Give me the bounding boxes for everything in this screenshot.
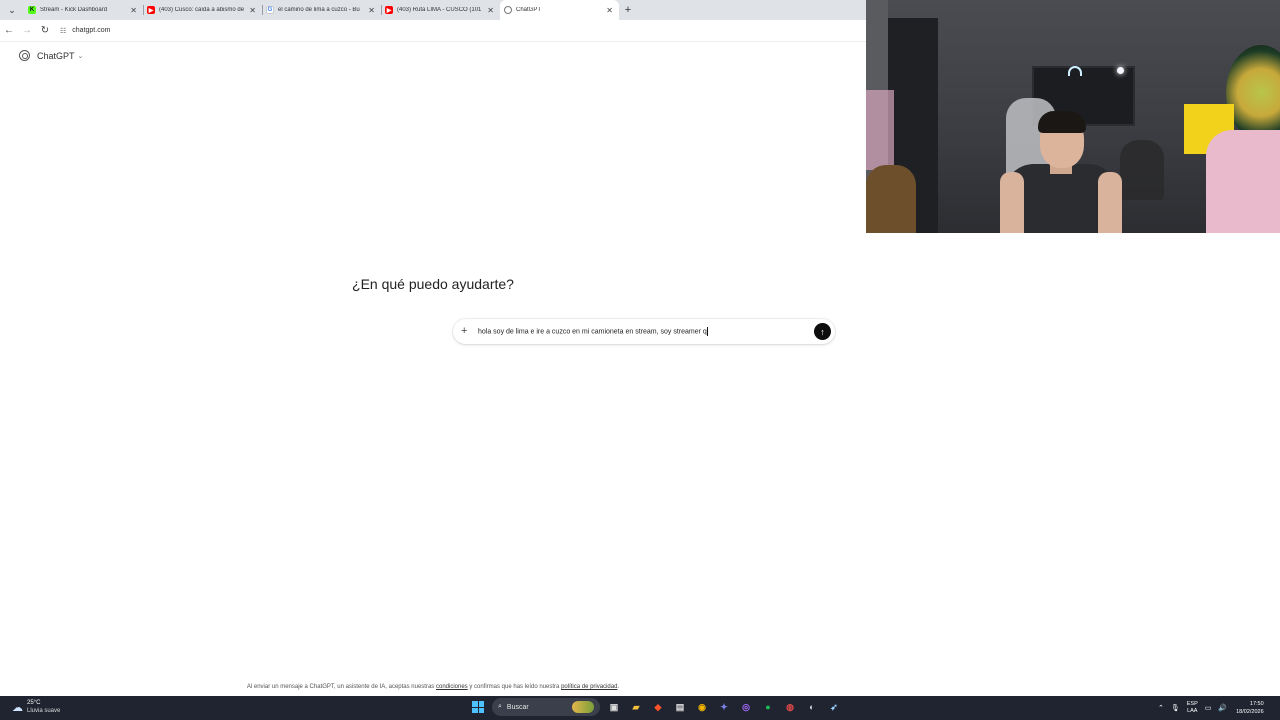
chatgpt-page: ChatGPT ⌄ ¿En qué puedo ayudarte? + hola… [0,42,866,696]
tab-kick-dashboard[interactable]: K Stream - Kick Dashboard ✕ [24,0,143,20]
tab-google-search[interactable]: G el camino de lima a cuzco - Bu ✕ [262,0,381,20]
search-highlight-icon [572,701,594,713]
google-icon: G [266,6,274,14]
youtube-icon: ▶ [385,6,393,14]
arrow-up-icon: ↑ [820,326,825,337]
brave-icon[interactable]: ◆ [650,699,666,715]
screen: ⌄ K Stream - Kick Dashboard ✕ ▶ (403) Cu… [0,0,1280,720]
terms-link[interactable]: condiciones [436,684,468,690]
tab-title: (403) Ruta LIMA - CUSCO (101 [397,7,482,13]
chatgpt-logo-icon [19,50,30,61]
chrome-icon[interactable]: ◉ [694,699,710,715]
chevron-down-icon: ⌄ [77,52,84,60]
tab-title: Stream - Kick Dashboard [40,7,108,13]
spotify-icon[interactable]: ● [760,699,776,715]
tab-youtube-cusco[interactable]: ▶ (403) Cusco: caída a abismo de ✕ [143,0,262,20]
brand-label: ChatGPT [37,50,75,61]
rain-cloud-icon: ☁ [12,701,23,714]
address-bar-row: ← → ↻ ☷ chatgpt.com [0,20,866,42]
language-indicator[interactable]: ESP LAA [1187,701,1198,715]
close-icon[interactable]: ✕ [487,6,494,15]
cam-ring-light [1068,66,1082,76]
steam-icon[interactable]: ◐ [804,699,820,715]
cam-lamp [1117,67,1124,74]
search-placeholder: Buscar [506,703,529,711]
attach-plus-icon[interactable]: + [461,326,471,337]
message-input-text: hola soy de lima e ire a cuzco en mi cam… [478,328,707,336]
disclaimer-end: . [617,684,620,690]
close-icon[interactable]: ✕ [368,6,375,15]
weather-widget[interactable]: ☁ 25°C Lluvia suave [12,699,60,715]
close-icon[interactable]: ✕ [249,6,256,15]
webcam-overlay [866,0,1280,233]
feather-app-icon[interactable]: ➶ [826,699,842,715]
obs-icon[interactable]: ◍ [782,699,798,715]
cam-streamer-arm [1000,172,1024,233]
browser-tab-bar: ⌄ K Stream - Kick Dashboard ✕ ▶ (403) Cu… [0,0,866,20]
clock-date: 18/02/2026 [1236,709,1264,715]
search-icon: ⌕ [498,703,502,710]
weather-text: 25°C Lluvia suave [27,699,60,715]
message-input[interactable]: hola soy de lima e ire a cuzco en mi cam… [478,327,814,336]
task-view-icon[interactable]: ▣ [606,699,622,715]
disclaimer-text: y confirmas que has leído nuestra [469,684,560,690]
messenger-icon[interactable]: ◎ [738,699,754,715]
cam-background-person [1120,140,1164,200]
microphone-icon[interactable]: 🎙 [1171,704,1180,712]
lang-bottom: LAA [1187,708,1198,714]
site-settings-icon[interactable]: ☷ [60,27,66,35]
tab-title: ChatGPT [516,7,542,13]
system-tray: ⌃ 🎙 ESP LAA ▭ 🔊 17:50 18/02/2026 [1158,696,1264,720]
cam-streamer-hair [1038,111,1086,133]
kick-icon: K [28,6,36,14]
url-field[interactable]: ☷ chatgpt.com [60,27,110,35]
store-icon[interactable]: ▤ [672,699,688,715]
privacy-link[interactable]: política de privacidad [561,684,617,690]
network-icon[interactable]: ▭ [1205,704,1212,712]
lang-top: ESP [1186,701,1198,707]
tab-title: (403) Cusco: caída a abismo de [159,7,245,13]
weather-temp: 25°C [27,700,41,706]
cam-pink-chair [1206,130,1280,233]
disclaimer-text: Al enviar un mensaje a ChatGPT, un asist… [246,684,435,690]
volume-icon[interactable]: 🔊 [1218,704,1227,712]
taskbar-apps: ⌕ Buscar ▣ ▰ ◆ ▤ ◉ ✦ ◎ ● ◍ ◐ ➶ [470,698,842,716]
close-icon[interactable]: ✕ [606,6,613,15]
forward-arrow-icon[interactable]: → [18,20,36,42]
windows-taskbar: ☁ 25°C Lluvia suave ⌕ Buscar ▣ ▰ ◆ ▤ ◉ ✦… [0,696,1280,720]
text-caret [706,327,708,336]
clock[interactable]: 17:50 18/02/2026 [1236,700,1264,716]
cam-streamer-arm [1098,172,1122,233]
chatgpt-icon [504,6,512,14]
taskbar-search[interactable]: ⌕ Buscar [492,698,600,716]
model-selector[interactable]: ChatGPT ⌄ [19,50,83,61]
footer-disclaimer: Al enviar un mensaje a ChatGPT, un asist… [0,684,866,690]
tab-chatgpt[interactable]: ChatGPT ✕ [500,0,619,20]
tab-youtube-ruta[interactable]: ▶ (403) Ruta LIMA - CUSCO (101 ✕ [381,0,500,20]
close-icon[interactable]: ✕ [130,6,137,15]
windows-start-icon[interactable] [470,699,486,715]
message-composer[interactable]: + hola soy de lima e ire a cuzco en mi c… [453,319,835,344]
back-arrow-icon[interactable]: ← [0,20,18,42]
send-button[interactable]: ↑ [814,323,831,340]
url-text: chatgpt.com [72,27,111,34]
reload-icon[interactable]: ↻ [36,20,54,42]
tab-title: el camino de lima a cuzco - Bu [278,7,360,13]
new-tab-plus-icon[interactable]: + [619,0,637,20]
youtube-icon: ▶ [147,6,155,14]
chevron-up-icon[interactable]: ⌃ [1158,704,1164,712]
teams-icon[interactable]: ✦ [716,699,732,715]
page-title: ¿En qué puedo ayudarte? [352,276,514,292]
cam-plush-toy [866,165,916,233]
cam-pink-decor [866,90,894,170]
tab-search-chevron-icon[interactable]: ⌄ [0,0,24,20]
clock-time: 17:50 [1249,701,1264,707]
file-explorer-icon[interactable]: ▰ [628,699,644,715]
weather-desc: Lluvia suave [27,708,61,714]
